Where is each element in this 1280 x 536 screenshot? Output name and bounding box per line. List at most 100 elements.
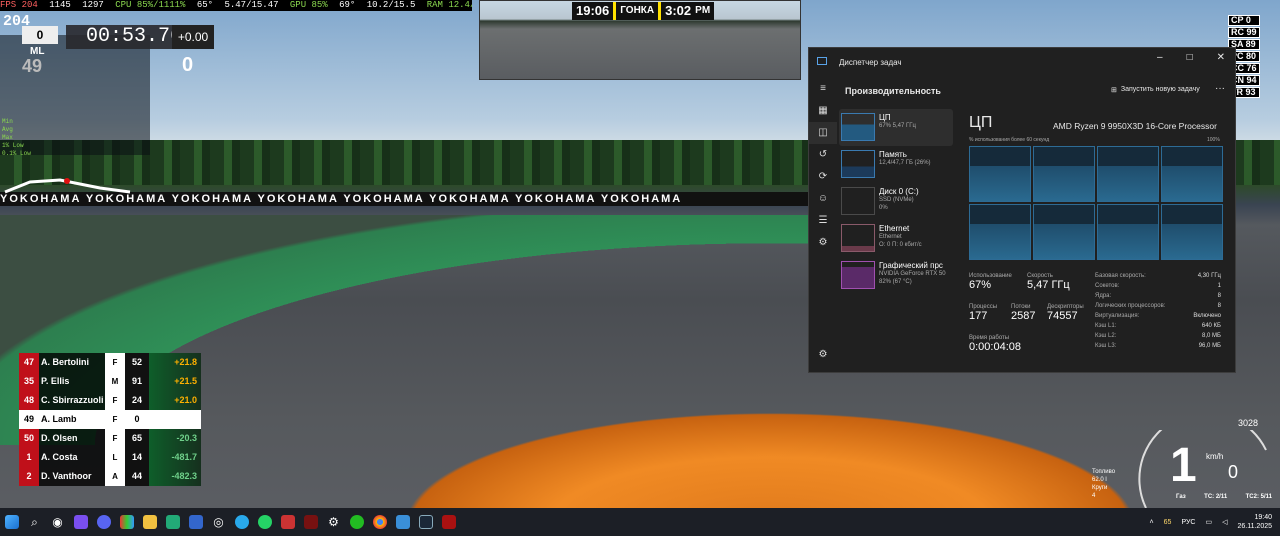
row-number: 0: [125, 410, 149, 429]
race-clock: 19:06 ГОНКА 3:02 PM: [572, 2, 715, 20]
perf-item-cpu[interactable]: ЦП 67% 5,47 ГГц: [839, 109, 953, 146]
perf-item-memory[interactable]: Память 12,4/47,7 ГБ (26%): [839, 146, 953, 183]
cpu-header: ЦП: [969, 114, 993, 131]
proc-block: Процессы 177: [969, 304, 997, 322]
cpu-specs: Базовая скорость: 4,30 ГГц Сокетов: 1 Ядра…: [1095, 273, 1221, 353]
fuel-label: Топливо: [1092, 469, 1116, 475]
uptime-value: 0:00:04:08: [969, 341, 1021, 353]
clock[interactable]: 19:40 26.11.2025: [1237, 513, 1272, 531]
app-grid-icon[interactable]: [161, 508, 184, 536]
files-icon[interactable]: [138, 508, 161, 536]
perf-list: ЦП 67% 5,47 ГГц Память 12,4/47,7 ГБ (26%…: [839, 109, 953, 294]
tray-temp[interactable]: 65: [1164, 519, 1172, 526]
row-number: 14: [125, 448, 149, 467]
row-position: 47: [19, 353, 39, 372]
whatsapp-icon[interactable]: [253, 508, 276, 536]
row-position: 50: [19, 429, 39, 448]
perf-item-ethernet[interactable]: Ethernet Ethernet О: 0 П: 0 кбит/с: [839, 220, 953, 257]
app-purple-icon[interactable]: [69, 508, 92, 536]
performance-icon[interactable]: ◫: [809, 122, 837, 144]
brand-icon: L: [105, 448, 125, 467]
row-gap: [149, 410, 201, 429]
spec-value: 640 КБ: [1201, 323, 1221, 329]
spec-row: Логических процессоров: 8: [1095, 303, 1221, 313]
history-icon[interactable]: ↺: [809, 144, 837, 166]
row-driver: D. Vanthoor: [39, 467, 105, 486]
tc2-value: TC2: 5/11: [1245, 494, 1272, 500]
racing-app-icon[interactable]: [299, 508, 322, 536]
graph-label: % использования более 60 секунд: [969, 137, 1050, 143]
telegram-icon[interactable]: [230, 508, 253, 536]
details-icon[interactable]: ☰: [809, 210, 837, 232]
new-task-button[interactable]: ⊞ Запустить новую задачу: [1111, 86, 1200, 94]
settings-icon[interactable]: ⚙: [809, 344, 837, 366]
game-icon[interactable]: [437, 508, 460, 536]
stat-line: Max: [2, 134, 13, 141]
new-task-label: Запустить новую задачу: [1120, 86, 1200, 93]
app-colorful-icon[interactable]: [115, 508, 138, 536]
start-icon[interactable]: [0, 508, 23, 536]
app-circle-icon[interactable]: ◎: [207, 508, 230, 536]
network-icon[interactable]: ▭: [1205, 518, 1212, 526]
row-position: 2: [19, 467, 39, 486]
chevron-up-icon[interactable]: ˄: [1150, 519, 1154, 526]
brand-icon: A: [105, 467, 125, 486]
perf-item-gpu[interactable]: Графический прс NVIDIA GeForce RTX 50 82…: [839, 257, 953, 294]
discord-icon[interactable]: [92, 508, 115, 536]
volume-icon[interactable]: ◁: [1222, 518, 1227, 526]
handles-block: Дескрипторы 74557: [1047, 304, 1084, 322]
spec-value: 4,30 ГГц: [1197, 273, 1221, 279]
window-title: Диспетчер задач: [839, 58, 902, 67]
language-indicator[interactable]: РУС: [1181, 519, 1195, 526]
row-driver: A. Lamb: [39, 410, 105, 429]
item-name: Диск 0 (C:): [879, 187, 919, 196]
osd-gpu-temp: 69°: [339, 0, 356, 10]
spec-row: Кэш L1: 640 КБ: [1095, 323, 1221, 333]
position-box: 0: [22, 26, 58, 44]
app-blue-icon[interactable]: [184, 508, 207, 536]
close-icon[interactable]: ✕: [1217, 52, 1225, 63]
fuel-value: 62.0 l: [1092, 477, 1107, 483]
clock-divider: [613, 2, 617, 20]
app-green-icon[interactable]: [345, 508, 368, 536]
chrome-icon[interactable]: [368, 508, 391, 536]
osd-gpu: GPU 85%: [289, 0, 328, 10]
task-manager-window[interactable]: Диспетчер задач – □ ✕ ≡ ▦ ◫ ↺ ⟳ ☺ ☰ ⚙ ⚙ …: [808, 47, 1236, 373]
spec-value: 8: [1217, 293, 1221, 299]
row-gap: +21.5: [149, 372, 201, 391]
clock-time: 19:40: [1254, 514, 1272, 521]
core-graph: [1033, 146, 1095, 202]
minimize-icon[interactable]: –: [1157, 52, 1163, 63]
search-icon[interactable]: ⌕: [23, 508, 46, 536]
location-icon[interactable]: ◉: [46, 508, 69, 536]
spec-row: Кэш L2: 8,0 МБ: [1095, 333, 1221, 343]
startup-icon[interactable]: ⟳: [809, 166, 837, 188]
item-sub2: О: 0 П: 0 кбит/с: [879, 242, 922, 248]
row-driver: C. Sbirrazzuoli: [39, 391, 105, 410]
threads-value: 2587: [1011, 310, 1036, 322]
laps-value: 4: [1092, 493, 1096, 499]
processes-icon[interactable]: ▦: [809, 100, 837, 122]
item-sub: 12,4/47,7 ГБ (26%): [879, 160, 931, 166]
brand-icon: F: [105, 429, 125, 448]
nav-rail: ≡ ▦ ◫ ↺ ⟳ ☺ ☰ ⚙ ⚙: [809, 78, 837, 374]
more-options-icon[interactable]: ···: [1215, 83, 1225, 94]
laps-label: Круги: [1092, 485, 1108, 491]
row-position: 1: [19, 448, 39, 467]
row-number: 65: [125, 429, 149, 448]
app-red-icon[interactable]: [276, 508, 299, 536]
menu-icon[interactable]: ≡: [809, 78, 837, 100]
task-manager-icon[interactable]: [391, 508, 414, 536]
speed-unit: km/h: [1206, 452, 1224, 461]
perf-item-disk[interactable]: Диск 0 (C:) SSD (NVMe) 0%: [839, 183, 953, 220]
steam-icon[interactable]: [414, 508, 437, 536]
spec-value: 8: [1217, 303, 1221, 309]
services-icon[interactable]: ⚙: [809, 232, 837, 254]
steam-vr-icon[interactable]: ⚙: [322, 508, 345, 536]
memory-sparkline: [841, 150, 875, 178]
users-icon[interactable]: ☺: [809, 188, 837, 210]
row-gap: +21.0: [149, 391, 201, 410]
maximize-icon[interactable]: □: [1187, 52, 1193, 63]
osd-ram: RAM 12.4/47.7: [426, 0, 472, 10]
